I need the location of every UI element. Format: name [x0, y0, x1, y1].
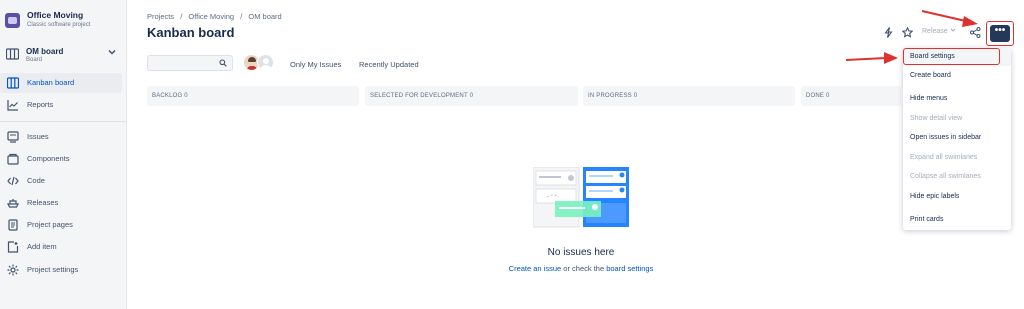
breadcrumb-separator: /: [240, 12, 243, 21]
chevron-down-icon: [950, 28, 956, 35]
sidebar-item-code[interactable]: Code: [0, 171, 122, 191]
search-icon: [219, 59, 227, 69]
code-icon: [7, 175, 19, 187]
sidebar-item-label: Releases: [27, 198, 59, 207]
create-issue-link[interactable]: Create an issue: [509, 264, 562, 273]
chevron-down-icon: [108, 48, 116, 58]
empty-state-text: Create an issue or check the board setti…: [480, 264, 682, 273]
sidebar-item-project-pages[interactable]: Project pages: [0, 215, 122, 235]
menu-item-label: Show detail view: [910, 115, 963, 122]
column-label: IN PROGRESS 0: [588, 93, 638, 99]
sidebar-item-label: Project pages: [27, 220, 73, 229]
lightning-icon[interactable]: [884, 27, 893, 40]
sidebar: Office Moving Classic software project O…: [0, 0, 127, 309]
more-actions-menu: Board settings Create board Hide menus S…: [903, 48, 1011, 230]
breadcrumb-separator: /: [180, 12, 183, 21]
breadcrumb-project[interactable]: Office Moving: [188, 12, 234, 21]
menu-item-label: Hide epic labels: [910, 193, 960, 200]
column-header-done: DONE 0: [801, 86, 901, 106]
search-input[interactable]: [147, 55, 233, 71]
share-icon[interactable]: [970, 27, 981, 40]
menu-item-hide-epic-labels[interactable]: Hide epic labels: [903, 188, 1011, 206]
project-type: Classic software project: [27, 22, 91, 28]
highlight-outline: [903, 48, 1000, 65]
assignee-avatars: [243, 54, 274, 71]
annotation-arrow: [921, 10, 978, 27]
chart-icon: [7, 99, 19, 111]
filter-recently-updated[interactable]: Recently Updated: [359, 60, 419, 69]
menu-item-label: Create board: [910, 72, 951, 79]
page-icon: [7, 219, 19, 231]
components-icon: [7, 153, 19, 165]
breadcrumb: Projects / Office Moving / OM board: [147, 12, 286, 21]
board-sub: Board: [26, 57, 43, 63]
sidebar-item-label: Code: [27, 176, 45, 185]
gear-icon: [7, 264, 19, 276]
menu-item-label: Open issues in sidebar: [910, 134, 982, 141]
menu-item-print-cards[interactable]: Print cards: [903, 211, 1011, 229]
board-settings-link[interactable]: board settings: [606, 264, 653, 273]
column-header-in-progress: IN PROGRESS 0: [583, 86, 795, 106]
add-item-icon: [7, 241, 19, 253]
sidebar-item-releases[interactable]: Releases: [0, 193, 122, 213]
release-button: Release: [922, 27, 956, 35]
menu-item-hide-menus[interactable]: Hide menus: [903, 90, 1011, 108]
project-header[interactable]: Office Moving Classic software project: [5, 10, 90, 28]
menu-item-show-detail-view: Show detail view: [903, 110, 1011, 128]
release-label: Release: [922, 28, 948, 35]
sidebar-item-add-item[interactable]: Add item: [0, 237, 122, 257]
menu-item-label: Hide menus: [910, 95, 948, 102]
page-title: Kanban board: [147, 25, 235, 40]
column-label: SELECTED FOR DEVELOPMENT 0: [370, 93, 474, 99]
sidebar-item-label: Components: [27, 154, 70, 163]
menu-item-create-board[interactable]: Create board: [903, 67, 1011, 85]
project-avatar-icon: [5, 13, 20, 28]
menu-item-label: Expand all swimlanes: [910, 154, 978, 161]
empty-state-middle-text: or check the: [561, 264, 607, 273]
sidebar-item-issues[interactable]: Issues: [0, 127, 122, 147]
sidebar-item-project-settings[interactable]: Project settings: [0, 260, 122, 280]
empty-board-illustration: [533, 167, 629, 228]
annotation-arrow: [845, 52, 898, 64]
sidebar-item-reports[interactable]: Reports: [0, 95, 122, 115]
board-icon: [5, 48, 20, 62]
column-label: DONE 0: [806, 93, 830, 99]
menu-item-label: Collapse all swimlanes: [910, 173, 981, 180]
breadcrumb-projects[interactable]: Projects: [147, 12, 174, 21]
menu-item-open-issues-in-sidebar[interactable]: Open issues in sidebar: [903, 129, 1011, 147]
columns-icon: [6, 77, 20, 89]
ship-icon: [7, 197, 19, 209]
board-switcher[interactable]: OM board Board: [0, 42, 127, 68]
column-header-backlog: BACKLOG 0: [147, 86, 359, 106]
breadcrumb-board[interactable]: OM board: [248, 12, 281, 21]
menu-item-collapse-all-swimlanes: Collapse all swimlanes: [903, 168, 1011, 186]
empty-state-title: No issues here: [547, 247, 615, 258]
menu-item-label: Print cards: [910, 216, 944, 223]
issues-icon: [7, 131, 19, 143]
column-header-selected: SELECTED FOR DEVELOPMENT 0: [365, 86, 578, 106]
avatar-unassigned[interactable]: [257, 54, 274, 71]
star-icon[interactable]: [901, 26, 914, 40]
project-name: Office Moving: [27, 10, 84, 20]
board-name: OM board: [26, 47, 64, 56]
sidebar-item-label: Add item: [27, 242, 57, 251]
sidebar-item-label: Issues: [27, 132, 49, 141]
sidebar-item-label: Project settings: [27, 265, 79, 274]
sidebar-item-label: Kanban board: [27, 78, 75, 87]
more-actions-button[interactable]: •••: [990, 25, 1010, 42]
sidebar-item-label: Reports: [27, 100, 54, 109]
sidebar-item-components[interactable]: Components: [0, 149, 122, 169]
menu-item-expand-all-swimlanes: Expand all swimlanes: [903, 149, 1011, 167]
column-label: BACKLOG 0: [152, 93, 188, 99]
sidebar-item-kanban-board[interactable]: Kanban board: [0, 73, 122, 93]
sidebar-divider: [0, 121, 127, 122]
filter-only-my-issues[interactable]: Only My Issues: [290, 60, 341, 69]
